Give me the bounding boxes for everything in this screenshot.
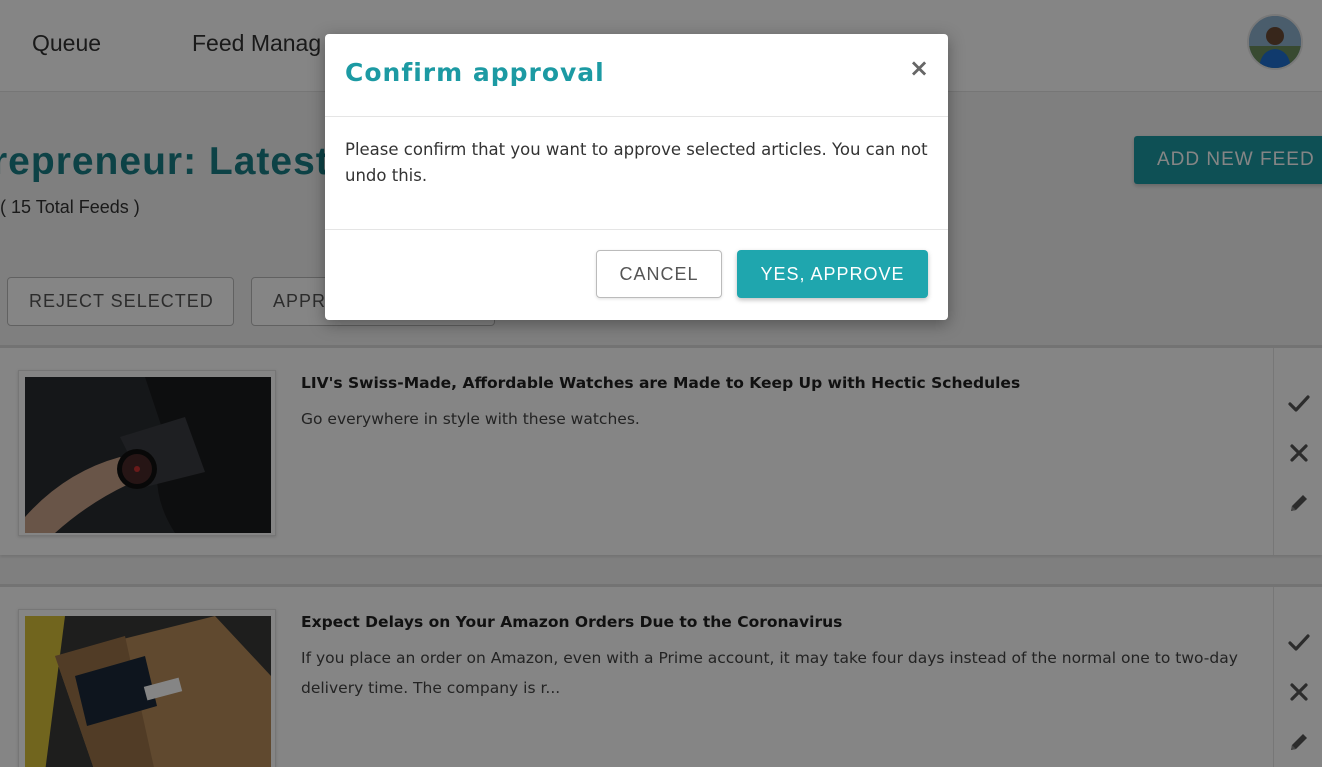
dialog-message: Please confirm that you want to approve …: [345, 140, 928, 185]
yes-approve-button[interactable]: YES, APPROVE: [737, 250, 928, 298]
dialog-header: Confirm approval ×: [325, 34, 948, 117]
cancel-button[interactable]: CANCEL: [596, 250, 722, 298]
close-icon[interactable]: ×: [909, 56, 929, 80]
dialog-footer: CANCEL YES, APPROVE: [325, 229, 948, 320]
confirm-approval-dialog: Confirm approval × Please confirm that y…: [325, 34, 948, 320]
dialog-title: Confirm approval: [345, 58, 605, 87]
